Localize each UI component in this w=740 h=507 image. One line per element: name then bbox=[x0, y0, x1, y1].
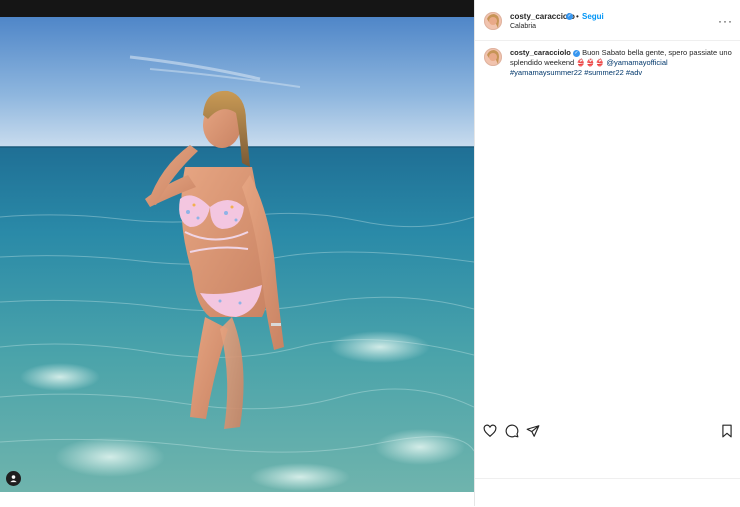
beach-photo-image bbox=[0, 17, 474, 492]
post-caption: costy_caracciolo ✓ Buon Sabato bella gen… bbox=[510, 48, 732, 78]
tagged-user-icon[interactable] bbox=[6, 471, 21, 486]
comment-input-area[interactable] bbox=[475, 478, 740, 507]
caption-hashtags[interactable]: #yamamaysummer22 #summer22 #adv bbox=[510, 68, 642, 77]
header-separator: • bbox=[576, 12, 579, 21]
comment-icon[interactable] bbox=[505, 424, 519, 438]
bookmark-icon[interactable] bbox=[720, 424, 734, 438]
caption-mention[interactable]: @yamamayofficial bbox=[606, 58, 667, 67]
verified-badge-icon: ✓ bbox=[566, 13, 573, 20]
caption-emojis: 👙👙👙 bbox=[576, 58, 605, 67]
location-link[interactable]: Calabria bbox=[510, 23, 536, 30]
heart-icon[interactable] bbox=[483, 424, 497, 438]
post-photo[interactable] bbox=[0, 17, 474, 492]
caption-verified-icon: ✓ bbox=[572, 49, 580, 57]
more-options-icon[interactable]: ··· bbox=[718, 14, 733, 28]
bottom-strip bbox=[0, 492, 474, 506]
follow-button[interactable]: Segui bbox=[582, 12, 604, 21]
post-header: costy_caracciolo ✓ • Segui Calabria ··· bbox=[475, 0, 740, 41]
top-dark-strip bbox=[0, 0, 474, 17]
send-icon[interactable] bbox=[526, 424, 540, 438]
caption-username[interactable]: costy_caracciolo bbox=[510, 48, 571, 57]
caption-avatar[interactable] bbox=[484, 48, 502, 66]
post-actions bbox=[475, 420, 740, 442]
avatar[interactable] bbox=[484, 12, 502, 30]
post-side-panel: costy_caracciolo ✓ • Segui Calabria ··· … bbox=[474, 0, 740, 506]
